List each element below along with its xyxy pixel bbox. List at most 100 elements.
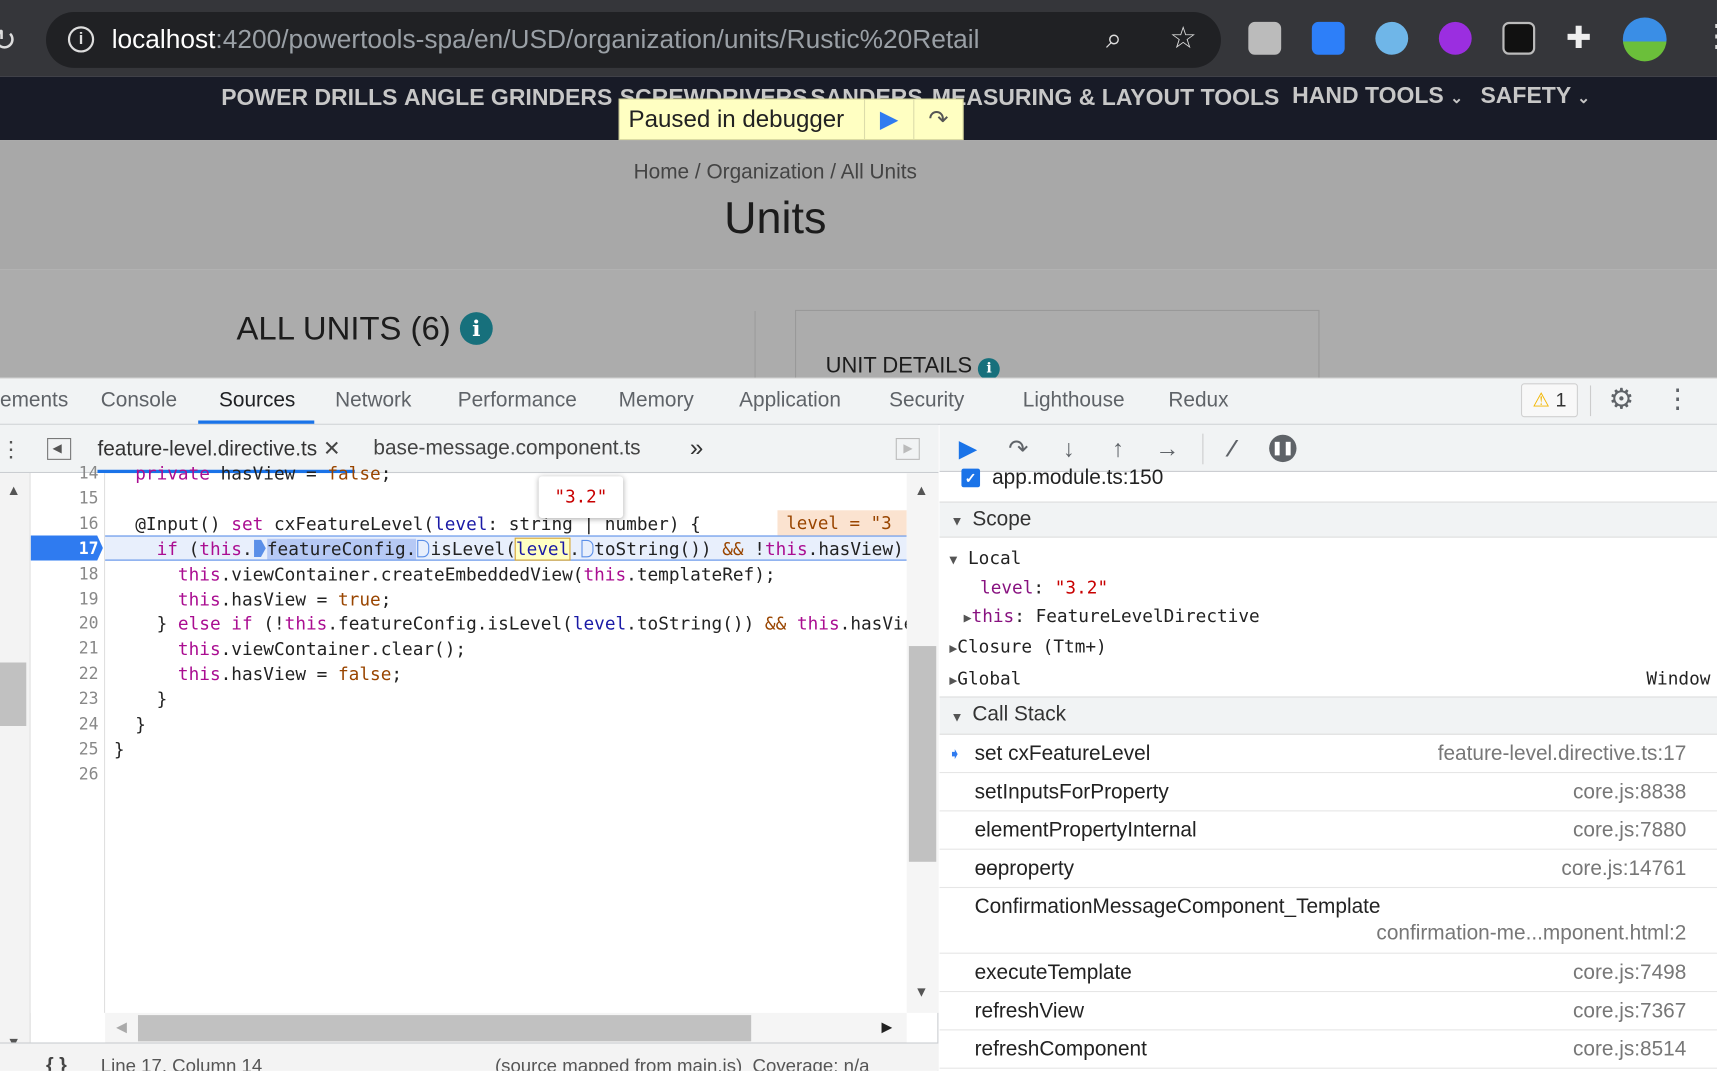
scope-closure[interactable]: ▶Closure (Ttm+) [949,636,1106,657]
address-bar[interactable]: localhost:4200/powertools-spa/en/USD/org… [45,12,1221,68]
file-tab-base-message-component[interactable]: base-message.component.ts [373,437,640,461]
puzzle-icon[interactable]: ✚ [1566,20,1592,56]
resume-button[interactable]: ▶ [863,99,913,140]
frame-location[interactable]: core.js:8514 [1573,1038,1686,1062]
pause-on-exceptions-icon[interactable]: ❚❚ [1269,434,1297,463]
step-out-icon[interactable]: ↑ [1102,434,1135,465]
gear-icon[interactable]: ⚙ [1609,382,1635,416]
vertical-scrollbar-thumb[interactable] [908,646,937,862]
extension-icon[interactable] [1248,21,1282,55]
call-frame[interactable]: ɵɵproperty core.js:14761 [939,850,1717,889]
menu-icon[interactable]: ⋮ [1702,18,1717,54]
line-number[interactable]: 15 [31,488,99,508]
nav-hand-tools[interactable]: HAND TOOLS ⌄ [1292,83,1463,109]
call-stack-section-header[interactable]: ▼ Call Stack [939,696,1717,735]
more-options-icon[interactable]: ⋮ [1664,383,1690,415]
tab-elements[interactable]: ements [0,389,68,413]
line-number[interactable]: 19 [31,589,99,609]
line-number[interactable]: 18 [31,563,99,583]
tab-application[interactable]: Application [739,389,841,413]
line-number[interactable]: 20 [31,614,99,634]
zoom-out-icon[interactable]: ⌕ [1106,22,1122,57]
profile-avatar[interactable] [1622,17,1667,62]
frame-location[interactable]: core.js:14761 [1561,857,1686,881]
info-icon[interactable]: i [67,26,95,53]
toggle-navigator-icon[interactable]: ◀ [47,438,72,460]
line-number[interactable]: 22 [31,664,99,684]
step-over-button[interactable]: ↷ [913,99,962,140]
frame-location[interactable]: core.js:7498 [1573,961,1686,985]
line-number[interactable]: 24 [31,714,99,734]
nav-safety[interactable]: SAFETY ⌄ [1480,83,1590,109]
extension-icon[interactable] [1502,21,1536,55]
scroll-right-arrow[interactable]: ▶ [881,1018,892,1036]
scope-local[interactable]: ▼ Local [949,548,1021,569]
scope-variable-this[interactable]: ▶this: FeatureLevelDirective [964,606,1260,627]
call-frame[interactable]: refreshView core.js:7367 [939,992,1717,1031]
inline-breakpoint-marker[interactable] [417,539,430,558]
navigator-menu-icon[interactable]: ⋮ [0,436,22,463]
call-frame[interactable]: setInputsForProperty core.js:8838 [939,773,1717,812]
step-into-icon[interactable]: ↓ [1052,434,1085,465]
pretty-print-button[interactable]: { } [46,1053,67,1071]
call-frame[interactable]: ConfirmationMessageComponent_Template con… [939,888,1717,954]
info-icon[interactable]: i [459,312,493,345]
frame-location[interactable]: core.js:8838 [1573,781,1686,805]
source-map-info[interactable]: (source mapped from main.js) Coverage: n… [495,1056,870,1071]
tab-redux[interactable]: Redux [1168,389,1228,413]
extension-icon[interactable] [1311,21,1345,55]
tab-sources[interactable]: Sources [219,389,295,413]
scroll-down-arrow[interactable]: ▼ [914,983,928,999]
scroll-up-arrow[interactable]: ▲ [914,482,928,498]
reload-icon[interactable]: ↻ [0,22,17,58]
close-tab-icon[interactable]: ✕ [323,438,340,461]
call-frame[interactable]: ➧ set cxFeatureLevel feature-level.directi… [939,735,1717,774]
breadcrumb[interactable]: Home / Organization / All Units [0,161,1551,185]
scroll-left-arrow[interactable]: ◀ [116,1018,127,1036]
call-frame[interactable]: elementPropertyInternal core.js:7880 [939,811,1717,850]
tab-performance[interactable]: Performance [458,389,577,413]
line-number[interactable]: 17 [31,538,99,558]
tab-network[interactable]: Network [335,389,411,413]
call-frame[interactable]: refreshComponent core.js:8514 [939,1030,1717,1069]
scope-section-header[interactable]: ▼ Scope [939,501,1717,538]
warnings-button[interactable]: ⚠ 1 [1520,383,1578,418]
call-frame[interactable]: executeTemplate core.js:7498 [939,954,1717,993]
file-tab-feature-level-directive[interactable]: feature-level.directive.ts ✕ [97,437,340,462]
info-icon[interactable]: i [978,358,1001,380]
scroll-up-arrow[interactable]: ▲ [7,482,21,498]
scope-global[interactable]: ▶Global [949,668,1021,689]
resume-button[interactable]: ▶ [952,434,985,465]
alarm-extension-icon[interactable] [1375,21,1409,55]
breakpoint-label[interactable]: app.module.ts:150 [992,466,1163,490]
tab-console[interactable]: Console [101,389,177,413]
nav-power-drills[interactable]: POWER DRILLS [221,85,397,111]
line-number[interactable]: 14 [31,463,99,483]
tab-memory[interactable]: Memory [619,389,694,413]
extension-icon[interactable] [1438,21,1472,55]
inline-breakpoint-marker[interactable] [581,539,594,558]
nav-angle-grinders[interactable]: ANGLE GRINDERS [404,85,612,111]
line-number[interactable]: 16 [31,513,99,533]
toggle-debugger-icon[interactable]: ▶ [895,438,920,460]
tab-security[interactable]: Security [889,389,964,413]
frame-location[interactable]: feature-level.directive.ts:17 [1438,742,1687,766]
line-number[interactable]: 26 [31,764,99,784]
navigator-scrollbar-thumb[interactable] [0,662,27,726]
frame-location[interactable]: confirmation-me...mponent.html:2 [1376,922,1686,946]
frame-location[interactable]: core.js:7367 [1573,1000,1686,1024]
frame-location[interactable]: core.js:7880 [1573,819,1686,843]
line-number[interactable]: 21 [31,639,99,659]
inline-breakpoint-marker[interactable] [253,539,266,558]
horizontal-scrollbar-thumb[interactable] [137,1015,752,1042]
more-tabs-icon[interactable]: » [690,434,703,462]
step-over-icon[interactable]: ↷ [1002,434,1035,465]
line-number[interactable]: 23 [31,689,99,709]
star-icon[interactable]: ☆ [1169,20,1196,56]
nav-measuring-layout-tools[interactable]: MEASURING & LAYOUT TOOLS [932,85,1280,111]
step-icon[interactable]: → [1151,434,1184,465]
line-number[interactable]: 25 [31,739,99,759]
deactivate-breakpoints-icon[interactable]: ⁄ [1215,434,1248,465]
tab-lighthouse[interactable]: Lighthouse [1023,389,1125,413]
breakpoint-checkbox[interactable]: ✓ [961,468,981,488]
